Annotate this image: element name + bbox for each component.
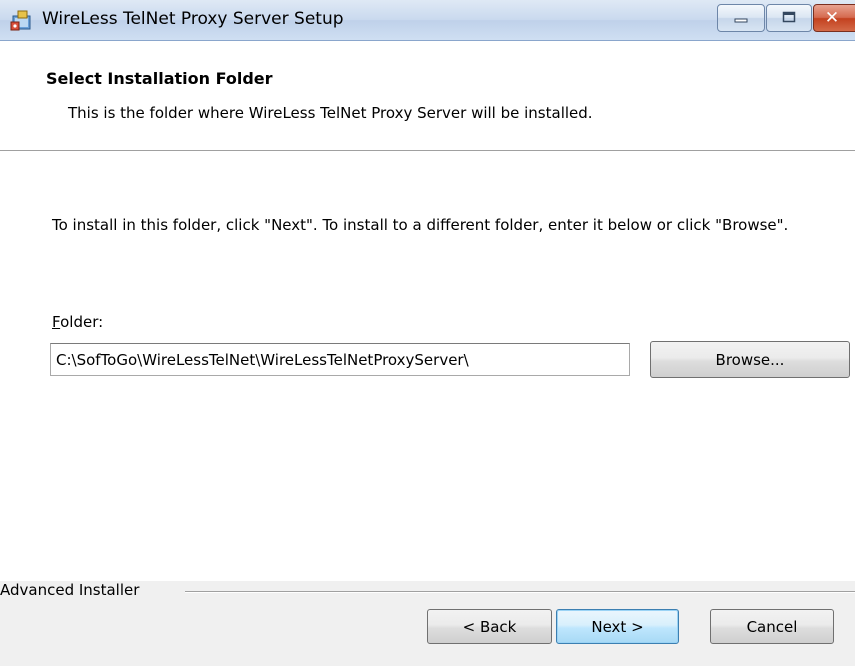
folder-label-text: older: [60,313,104,331]
footer: Advanced Installer < Back Next > Cancel [0,581,855,666]
folder-path-input[interactable] [50,343,630,376]
maximize-icon [782,9,796,27]
title-bar[interactable]: WireLess TelNet Proxy Server Setup ✕ [0,0,855,41]
setup-window: WireLess TelNet Proxy Server Setup ✕ Sel… [0,0,855,666]
back-button[interactable]: < Back [427,609,552,644]
browse-button[interactable]: Browse... [650,341,850,378]
content-area: To install in this folder, click "Next".… [0,151,855,581]
next-button[interactable]: Next > [556,609,679,644]
header-banner: Select Installation Folder This is the f… [0,41,855,151]
close-icon: ✕ [824,8,840,28]
minimize-button[interactable] [717,4,765,32]
window-title: WireLess TelNet Proxy Server Setup [42,9,344,29]
installer-icon[interactable] [10,8,34,32]
maximize-button[interactable] [766,4,812,32]
page-description: This is the folder where WireLess TelNet… [68,104,593,122]
page-title: Select Installation Folder [46,69,273,88]
close-button[interactable]: ✕ [813,4,855,32]
instructions-text: To install in this folder, click "Next".… [52,216,789,234]
footer-divider [185,591,855,593]
brand-label: Advanced Installer [0,581,140,599]
folder-label-accelerator: F [52,313,61,331]
cancel-button[interactable]: Cancel [710,609,834,644]
folder-label: Folder: [52,313,103,331]
minimize-icon [733,9,749,27]
